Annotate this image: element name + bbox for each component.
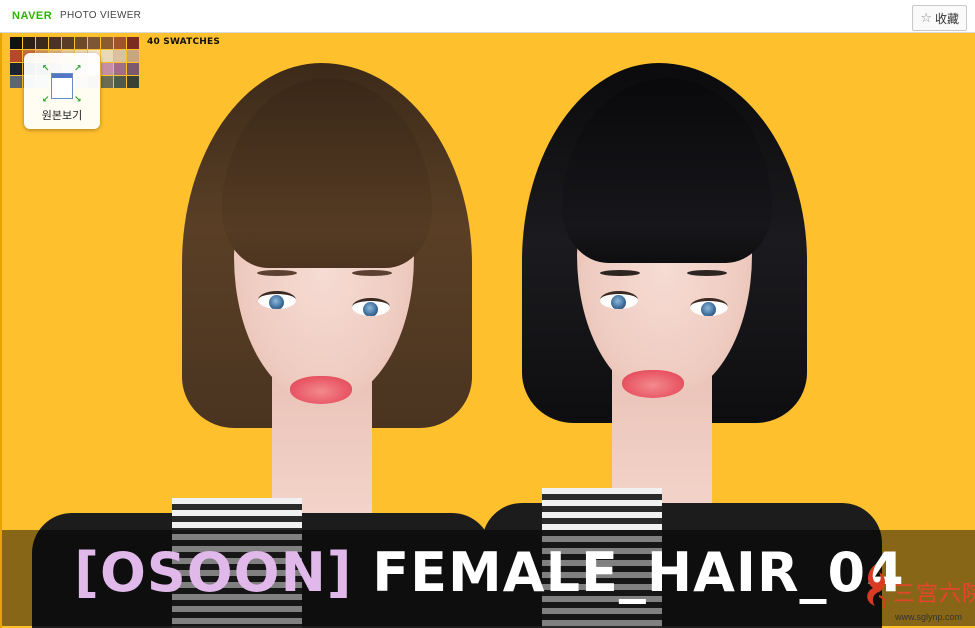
- eye-left: [258, 291, 296, 309]
- color-swatch: [101, 37, 113, 49]
- eye-right: [352, 298, 390, 316]
- color-swatch: [114, 50, 126, 62]
- viewer-titlebar: NAVER PHOTO VIEWER ☆ 收藏: [0, 0, 975, 33]
- original-view-button[interactable]: ↖ ↗ ↙ ↘ 원본보기: [24, 53, 100, 129]
- original-view-label: 원본보기: [41, 109, 83, 122]
- color-swatch: [114, 63, 126, 75]
- color-swatch: [10, 76, 22, 88]
- color-swatch: [10, 63, 22, 75]
- watermark: 三宫六院 www.sglynp.com: [855, 558, 975, 628]
- brow-left: [257, 270, 297, 276]
- lips: [622, 370, 684, 398]
- brow-right: [687, 270, 727, 276]
- color-swatch: [114, 76, 126, 88]
- color-swatch: [127, 50, 139, 62]
- brow-right: [352, 270, 392, 276]
- watermark-url: www.sglynp.com: [895, 612, 963, 622]
- color-swatch: [10, 37, 22, 49]
- brow-left: [600, 270, 640, 276]
- viewer-title: PHOTO VIEWER: [60, 10, 142, 21]
- photo-image: 40 SWATCHES ↖ ↗ ↙ ↘ 원본보기 [OSOON] FEMALE_…: [0, 33, 975, 628]
- color-swatch: [127, 63, 139, 75]
- swatch-count-label: 40 SWATCHES: [147, 37, 221, 47]
- favorite-button[interactable]: ☆ 收藏: [912, 5, 967, 31]
- caption-tag: [OSOON]: [74, 541, 353, 604]
- caption-title: [OSOON] FEMALE_HAIR_04: [2, 538, 975, 608]
- color-swatch: [10, 50, 22, 62]
- caption-name: FEMALE_HAIR_04: [352, 541, 905, 604]
- color-swatch: [127, 37, 139, 49]
- color-swatch: [88, 37, 100, 49]
- color-swatch: [101, 76, 113, 88]
- favorite-label: 收藏: [934, 11, 959, 26]
- color-swatch: [101, 50, 113, 62]
- expand-arrow-icon: ↗: [74, 64, 82, 74]
- color-swatch: [49, 37, 61, 49]
- color-swatch: [23, 37, 35, 49]
- naver-logo[interactable]: NAVER: [12, 10, 52, 22]
- expand-arrow-icon: ↘: [74, 95, 82, 105]
- color-swatch: [36, 37, 48, 49]
- color-swatch: [62, 37, 74, 49]
- expand-arrow-icon: ↙: [42, 95, 50, 105]
- lips: [290, 376, 352, 404]
- expand-arrow-icon: ↖: [42, 64, 50, 74]
- color-swatch: [114, 37, 126, 49]
- dragon-logo-icon: [867, 564, 887, 609]
- color-swatch: [101, 63, 113, 75]
- eye-right: [690, 298, 728, 316]
- color-swatch: [75, 37, 87, 49]
- watermark-text: 三宫六院: [893, 582, 975, 607]
- eye-left: [600, 291, 638, 309]
- star-icon: ☆: [920, 10, 932, 26]
- color-swatch: [127, 76, 139, 88]
- window-icon: [51, 73, 73, 99]
